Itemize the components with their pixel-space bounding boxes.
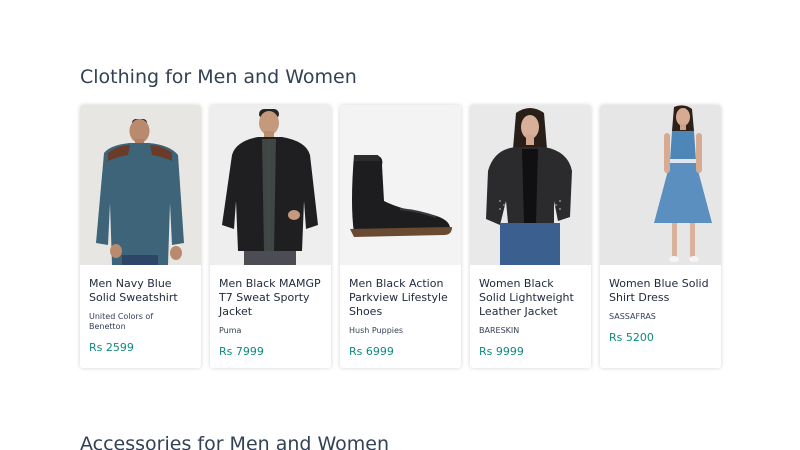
product-brand: Puma: [219, 326, 242, 335]
product-card[interactable]: Men Black Action Parkview Lifestyle Shoe…: [340, 105, 461, 368]
product-image[interactable]: [80, 105, 201, 265]
product-name[interactable]: Men Black Action Parkview Lifestyle Shoe…: [349, 277, 452, 319]
product-image[interactable]: [340, 105, 461, 265]
product-price: Rs 5200: [609, 331, 654, 344]
product-name[interactable]: Men Black MAMGP T7 Sweat Sporty Jacket: [219, 277, 322, 319]
product-card[interactable]: Women Black Solid Lightweight Leather Ja…: [470, 105, 591, 368]
product-card[interactable]: Men Navy Blue Solid Sweatshirt United Co…: [80, 105, 201, 368]
product-brand: United Colors of Benetton: [89, 312, 154, 331]
product-brand: Hush Puppies: [349, 326, 404, 335]
product-name[interactable]: Men Navy Blue Solid Sweatshirt: [89, 277, 192, 305]
product-card[interactable]: Women Blue Solid Shirt Dress SASSAFRAS R…: [600, 105, 721, 368]
product-name[interactable]: Women Black Solid Lightweight Leather Ja…: [479, 277, 582, 319]
product-image[interactable]: [600, 105, 721, 265]
product-name[interactable]: Women Blue Solid Shirt Dress: [609, 277, 712, 305]
product-price: Rs 9999: [479, 345, 524, 358]
product-brand: BARESKIN: [479, 326, 520, 335]
product-price: Rs 2599: [89, 341, 134, 354]
product-image[interactable]: [470, 105, 591, 265]
product-grid: Men Navy Blue Solid Sweatshirt United Co…: [80, 105, 721, 368]
product-price: Rs 6999: [349, 345, 394, 358]
page: Clothing for Men and Women Men Navy Blue…: [0, 0, 800, 450]
section-title-clothing: Clothing for Men and Women: [80, 66, 357, 88]
product-brand: SASSAFRAS: [609, 312, 656, 321]
product-price: Rs 7999: [219, 345, 264, 358]
product-image[interactable]: [210, 105, 331, 265]
section-title-accessories: Accessories for Men and Women: [80, 433, 390, 450]
product-card[interactable]: Men Black MAMGP T7 Sweat Sporty Jacket P…: [210, 105, 331, 368]
